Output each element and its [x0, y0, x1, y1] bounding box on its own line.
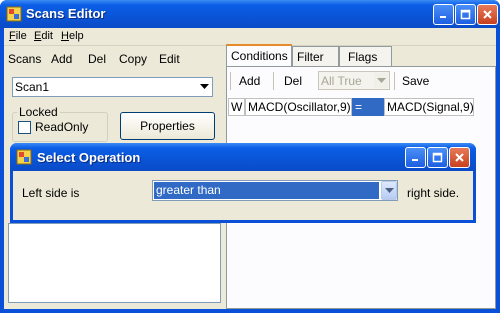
dialog-left-label: Left side is: [22, 186, 80, 200]
tab-filter-label: Filter: [297, 49, 324, 64]
tab-conditions-label: Conditions: [231, 49, 288, 63]
menu-edit[interactable]: Edit: [34, 30, 53, 42]
locked-group-label: Locked: [17, 105, 60, 119]
readonly-checkbox[interactable]: [18, 121, 31, 134]
toolbar-separator: [394, 72, 395, 90]
dialog-minimize-button[interactable]: [405, 147, 426, 168]
minimize-icon: [412, 159, 418, 161]
readonly-label: ReadOnly: [35, 120, 89, 134]
condition-right-cell[interactable]: MACD(Signal,9): [384, 98, 474, 116]
condition-operator: =: [355, 100, 363, 114]
window-title: Scans Editor: [26, 6, 106, 21]
dialog-right-label: right side.: [407, 186, 460, 200]
chevron-down-icon: [376, 77, 386, 83]
toolbar-separator: [273, 72, 274, 90]
operation-select-value: greater than: [156, 183, 221, 197]
condition-add-button[interactable]: Add: [239, 74, 260, 88]
properties-button-label: Properties: [140, 119, 195, 133]
scan-edit-button[interactable]: Edit: [159, 52, 180, 66]
condition-right: MACD(Signal,9): [387, 100, 474, 114]
save-button[interactable]: Save: [402, 74, 429, 88]
operation-select-dropdown[interactable]: [381, 181, 397, 200]
condition-del-button[interactable]: Del: [284, 74, 302, 88]
condition-left-cell[interactable]: MACD(Oscillator,9): [245, 98, 352, 116]
dialog-maximize-button[interactable]: [427, 147, 448, 168]
properties-button[interactable]: Properties: [120, 112, 215, 140]
tab-filter[interactable]: Filter: [292, 46, 339, 66]
minimize-icon: [440, 16, 446, 18]
close-button[interactable]: [477, 4, 498, 25]
tab-flags-label: Flags: [348, 49, 378, 64]
close-icon: [483, 10, 492, 19]
chevron-down-icon: [200, 84, 209, 89]
scans-label: Scans: [8, 52, 42, 66]
condition-left: MACD(Oscillator,9): [248, 100, 351, 114]
scan-select-dropdown[interactable]: [197, 78, 212, 96]
condition-operator-cell[interactable]: =: [352, 98, 384, 116]
chevron-down-icon: [384, 187, 394, 193]
maximize-icon: [432, 152, 443, 163]
mode-select-dropdown[interactable]: [374, 73, 388, 88]
maximize-icon: [460, 9, 471, 20]
dialog-close-button[interactable]: [449, 147, 470, 168]
tab-flags[interactable]: Flags: [339, 46, 392, 66]
menu-help[interactable]: Help: [61, 30, 84, 42]
scan-copy-button[interactable]: Copy: [119, 52, 147, 66]
scan-select-value: Scan1: [15, 80, 50, 94]
app-icon: [6, 6, 22, 22]
tab-conditions[interactable]: Conditions: [226, 44, 292, 66]
dialog-app-icon: [16, 149, 32, 165]
toolbar-grip: [230, 72, 231, 90]
menu-file[interactable]: File: [9, 30, 27, 42]
scan-add-button[interactable]: Add: [51, 52, 72, 66]
dialog-title: Select Operation: [37, 150, 141, 165]
close-icon: [455, 153, 464, 162]
mode-select-value: All True: [321, 74, 362, 88]
condition-prefix-cell[interactable]: W: [228, 98, 245, 116]
condition-prefix: W: [231, 100, 243, 114]
minimize-button[interactable]: [433, 4, 454, 25]
scan-del-button[interactable]: Del: [88, 52, 106, 66]
maximize-button[interactable]: [455, 4, 476, 25]
scan-list[interactable]: [8, 223, 221, 303]
